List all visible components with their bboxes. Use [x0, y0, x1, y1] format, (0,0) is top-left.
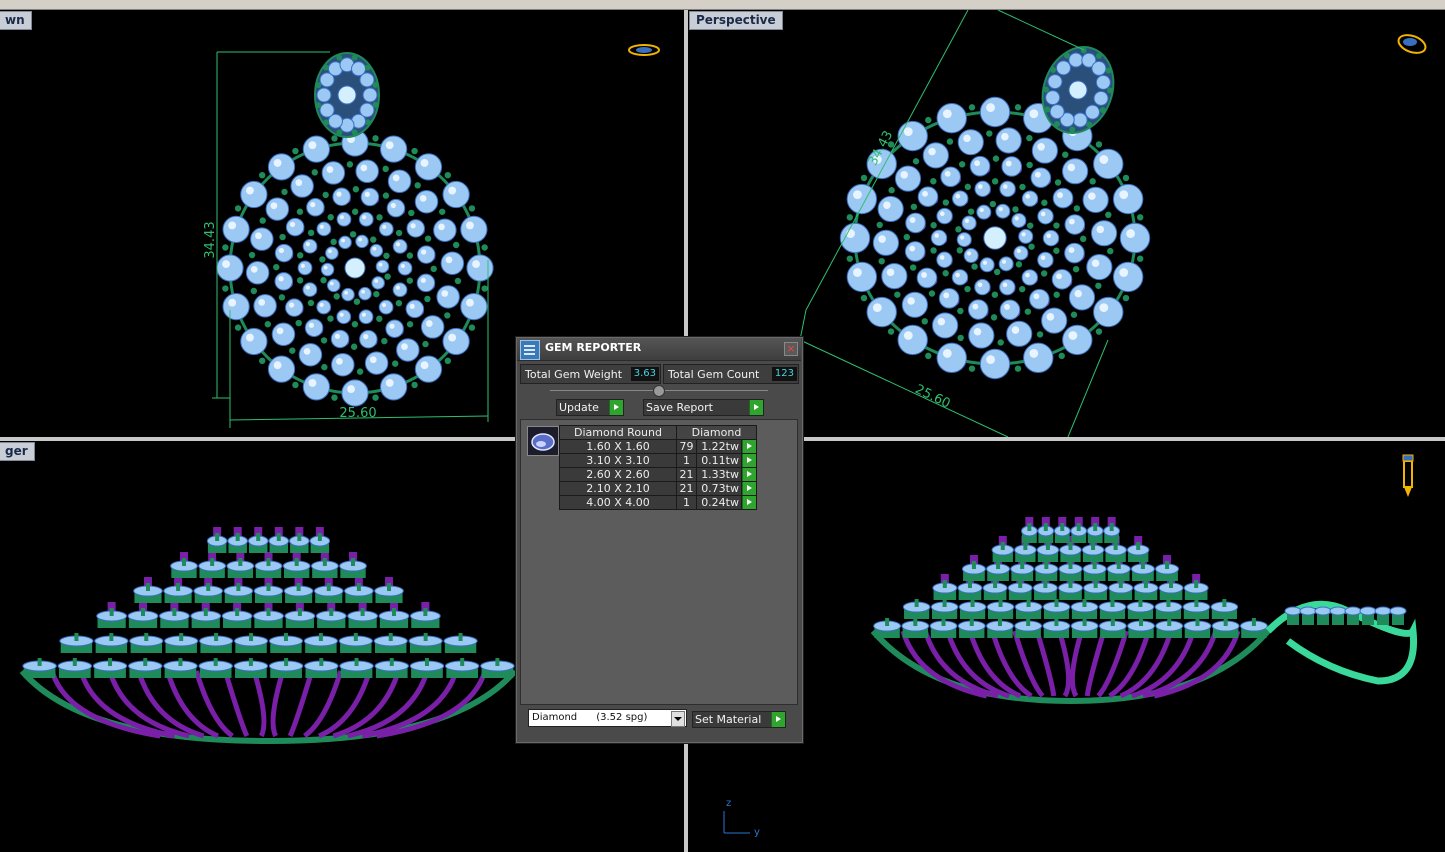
select-row-button[interactable]: [741, 467, 757, 482]
play-icon: [742, 468, 756, 481]
dimension-height-label: 34.43: [203, 221, 218, 258]
pendant-bail: [314, 52, 380, 138]
round-diamond-icon[interactable]: [527, 426, 559, 456]
gem-material-header: Diamond: [676, 425, 757, 440]
close-icon[interactable]: ×: [784, 342, 798, 356]
gem-weight-cell: 0.73tw: [696, 481, 742, 496]
gem-weight-cell: 0.24tw: [696, 495, 742, 510]
update-button-label: Update: [559, 401, 599, 414]
viewport-top-label[interactable]: wn: [0, 11, 32, 30]
play-icon: [742, 454, 756, 467]
gem-reporter-panel[interactable]: GEM REPORTER × Total Gem Weight 3.63 Tot…: [515, 336, 804, 744]
select-row-button[interactable]: [741, 481, 757, 496]
ring-view-icon[interactable]: [628, 44, 660, 56]
table-row[interactable]: 4.00 X 4.00 1 0.24tw: [559, 495, 757, 510]
set-material-button[interactable]: Set Material: [692, 711, 786, 728]
total-gem-weight-value: 3.63: [630, 367, 659, 381]
play-icon: [742, 440, 756, 453]
table-row[interactable]: 3.10 X 3.10 1 0.11tw: [559, 453, 757, 468]
gem-shape-header: Diamond Round: [559, 425, 677, 440]
play-icon: [609, 400, 623, 415]
chevron-down-icon[interactable]: [671, 711, 685, 727]
gem-reporter-logo-icon: [520, 340, 540, 360]
gem-reporter-titlebar[interactable]: GEM REPORTER ×: [517, 338, 801, 361]
table-row[interactable]: 1.60 X 1.60 79 1.22tw: [559, 439, 757, 454]
play-icon: [771, 712, 785, 727]
pendant-side-profile: [870, 517, 1271, 705]
total-gem-count-label: Total Gem Count: [668, 367, 760, 381]
total-gem-count: Total Gem Count 123: [663, 364, 799, 384]
select-row-button[interactable]: [741, 495, 757, 510]
axis-z-label: z: [726, 798, 731, 809]
total-gem-weight-label: Total Gem Weight: [525, 367, 623, 381]
pendant-side-profile: [19, 527, 518, 745]
gem-reporter-title: GEM REPORTER: [545, 341, 642, 354]
play-icon: [742, 482, 756, 495]
gem-count-cell: 1: [676, 453, 697, 468]
gem-weight-cell: 0.11tw: [696, 453, 742, 468]
gem-size-cell: 2.60 X 2.60: [559, 467, 677, 482]
gem-count-cell: 79: [676, 439, 697, 454]
gem-size-cell: 4.00 X 4.00: [559, 495, 677, 510]
set-material-button-label: Set Material: [695, 713, 762, 726]
ring-view-icon[interactable]: [1396, 32, 1428, 57]
gem-weight-cell: 1.33tw: [696, 467, 742, 482]
gem-count-cell: 21: [676, 467, 697, 482]
update-button[interactable]: Update: [556, 399, 624, 416]
gem-size-cell: 3.10 X 3.10: [559, 453, 677, 468]
pen-view-icon[interactable]: [1402, 454, 1414, 497]
total-gem-weight: Total Gem Weight 3.63: [520, 364, 661, 384]
gem-weight-cell: 1.22tw: [696, 439, 742, 454]
select-row-button[interactable]: [741, 439, 757, 454]
dimension-width-label: 25.60: [913, 382, 953, 412]
material-select[interactable]: Diamond (3.52 spg): [528, 709, 687, 727]
play-icon: [749, 400, 763, 415]
table-row[interactable]: 2.10 X 2.10 21 0.73tw: [559, 481, 757, 496]
select-row-button[interactable]: [741, 453, 757, 468]
viewport-front-label[interactable]: ger: [0, 442, 35, 461]
gem-table: Diamond Round Diamond 1.60 X 1.60 79 1.2…: [559, 425, 757, 510]
save-report-button-label: Save Report: [646, 401, 713, 414]
panel-resize-handle[interactable]: [653, 385, 665, 397]
pendant-bail-side: [1265, 600, 1418, 685]
viewport-perspective-label[interactable]: Perspective: [689, 11, 783, 30]
gem-count-cell: 21: [676, 481, 697, 496]
gem-count-cell: 1: [676, 495, 697, 510]
dimension-width-label: 25.60: [339, 406, 376, 421]
gem-list-area[interactable]: Diamond Round Diamond 1.60 X 1.60 79 1.2…: [520, 419, 798, 705]
gem-size-cell: 2.10 X 2.10: [559, 481, 677, 496]
axis-y-label: y: [754, 827, 760, 838]
gem-size-cell: 1.60 X 1.60: [559, 439, 677, 454]
total-gem-count-value: 123: [771, 367, 797, 381]
pendant-flower: [216, 129, 494, 407]
material-select-value: Diamond (3.52 spg): [532, 712, 648, 723]
window-top-bar: [0, 0, 1445, 10]
table-row[interactable]: 2.60 X 2.60 21 1.33tw: [559, 467, 757, 482]
axis-indicator: z y: [723, 798, 760, 838]
save-report-button[interactable]: Save Report: [643, 399, 764, 416]
play-icon: [742, 496, 756, 509]
